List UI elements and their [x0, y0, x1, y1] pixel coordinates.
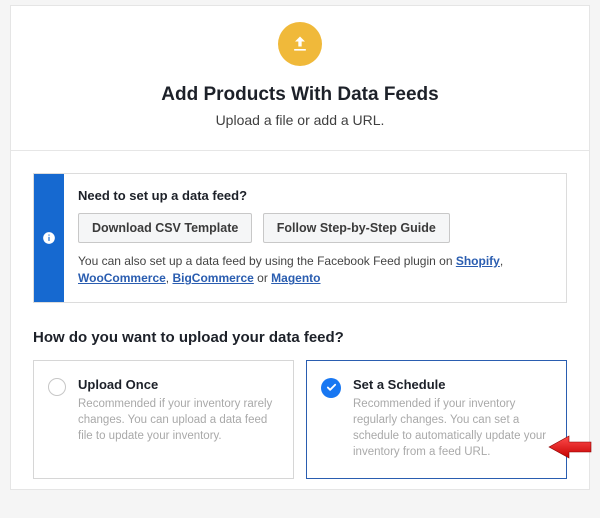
follow-guide-button[interactable]: Follow Step-by-Step Guide — [263, 213, 450, 243]
magento-link[interactable]: Magento — [271, 271, 320, 285]
bigcommerce-link[interactable]: BigCommerce — [172, 271, 253, 285]
set-schedule-desc: Recommended if your inventory regularly … — [353, 396, 552, 460]
download-csv-button[interactable]: Download CSV Template — [78, 213, 252, 243]
page-title: Add Products With Data Feeds — [31, 84, 569, 106]
page-subtitle: Upload a file or add a URL. — [31, 112, 569, 128]
set-schedule-title: Set a Schedule — [353, 377, 552, 392]
info-icon — [42, 231, 56, 245]
upload-once-option[interactable]: Upload Once Recommended if your inventor… — [33, 360, 294, 479]
info-desc-prefix: You can also set up a data feed by using… — [78, 254, 456, 268]
upload-once-title: Upload Once — [78, 377, 279, 392]
radio-unchecked-icon — [48, 378, 66, 396]
info-card: Need to set up a data feed? Download CSV… — [33, 173, 567, 303]
upload-icon-badge — [278, 22, 322, 66]
radio-checked-icon — [321, 378, 341, 398]
shopify-link[interactable]: Shopify — [456, 254, 500, 268]
info-stripe — [34, 174, 64, 302]
set-schedule-option[interactable]: Set a Schedule Recommended if your inven… — [306, 360, 567, 479]
info-title: Need to set up a data feed? — [78, 188, 550, 203]
upload-once-desc: Recommended if your inventory rarely cha… — [78, 396, 279, 444]
upload-icon — [290, 34, 310, 54]
upload-question: How do you want to upload your data feed… — [33, 329, 567, 346]
info-description: You can also set up a data feed by using… — [78, 253, 550, 288]
woocommerce-link[interactable]: WooCommerce — [78, 271, 166, 285]
